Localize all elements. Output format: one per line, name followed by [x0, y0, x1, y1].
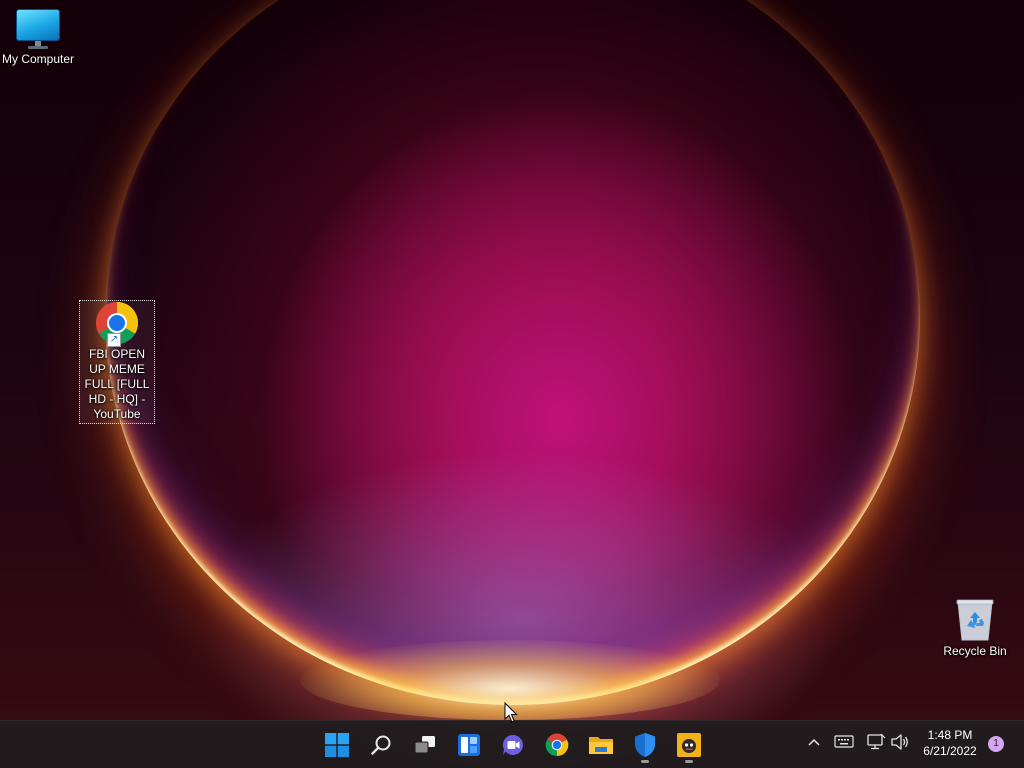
- chrome-icon: [545, 733, 569, 757]
- clock-time: 1:48 PM: [927, 728, 973, 742]
- desktop[interactable]: My Computer ↗ FBI OPEN UP MEME FULL [FUL…: [0, 0, 1024, 768]
- monitor-icon: [16, 8, 60, 50]
- chat-button[interactable]: [493, 725, 533, 765]
- search-button[interactable]: [361, 725, 401, 765]
- mouse-cursor-icon: [504, 702, 518, 723]
- running-indicator: [641, 760, 649, 763]
- desktop-icon-label: FBI OPEN UP MEME FULL [FULL HD - HQ] - Y…: [84, 347, 150, 421]
- chrome-taskbar-button[interactable]: [537, 725, 577, 765]
- show-hidden-icons-button[interactable]: [806, 734, 822, 753]
- taskbar: [0, 720, 1024, 768]
- folder-icon: [589, 737, 613, 754]
- task-view-button[interactable]: [405, 725, 445, 765]
- chat-icon: [502, 734, 524, 755]
- desktop-icon-chrome-shortcut[interactable]: ↗ FBI OPEN UP MEME FULL [FULL HD - HQ] -…: [79, 300, 155, 424]
- keyboard-icon: [834, 735, 854, 748]
- desktop-icon-label: Recycle Bin: [943, 644, 1007, 658]
- clock-date: 6/21/2022: [923, 744, 977, 758]
- desktop-icon-label: My Computer: [1, 52, 75, 66]
- input-indicator-button[interactable]: [834, 733, 854, 752]
- windows-security-button[interactable]: [625, 725, 665, 765]
- app-taskbar-button[interactable]: [669, 725, 709, 765]
- notification-badge[interactable]: 1: [988, 736, 1004, 752]
- desktop-icon-my-computer[interactable]: My Computer: [0, 8, 76, 67]
- recycle-bin-icon: [955, 598, 995, 642]
- network-icon: [867, 733, 886, 750]
- windows-logo-icon: [325, 733, 349, 757]
- running-indicator: [685, 760, 693, 763]
- wallpaper-glow: [105, 0, 920, 705]
- file-explorer-button[interactable]: [581, 725, 621, 765]
- start-button[interactable]: [317, 725, 357, 765]
- search-icon: [371, 735, 391, 755]
- network-button[interactable]: [866, 733, 886, 754]
- widgets-button[interactable]: [449, 725, 489, 765]
- shortcut-arrow-icon: ↗: [107, 333, 121, 347]
- chrome-icon: ↗: [95, 301, 139, 347]
- app-icon: [677, 733, 701, 757]
- shield-icon: [635, 733, 655, 757]
- volume-icon: [891, 734, 908, 750]
- volume-button[interactable]: [890, 733, 910, 754]
- chevron-up-icon: [808, 738, 820, 746]
- desktop-icon-recycle-bin[interactable]: Recycle Bin: [937, 598, 1013, 659]
- task-view-icon: [414, 736, 435, 754]
- clock[interactable]: 1:48 PM 6/21/2022: [918, 727, 982, 759]
- widgets-icon: [458, 734, 480, 756]
